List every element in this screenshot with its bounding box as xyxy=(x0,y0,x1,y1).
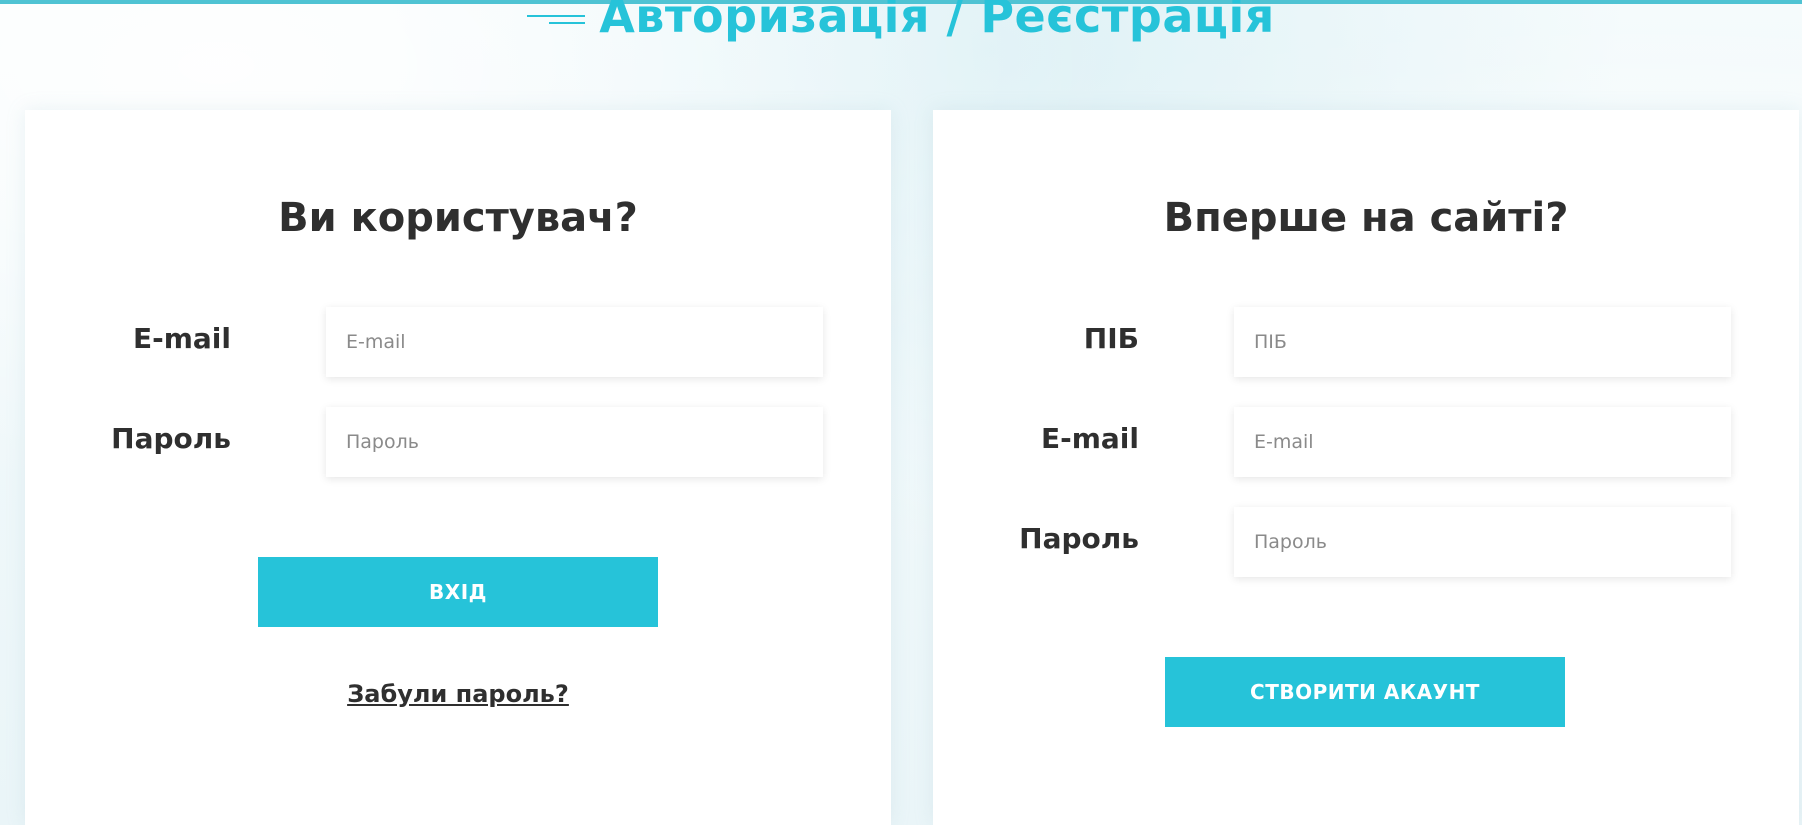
login-password-row: Пароль xyxy=(25,407,891,477)
register-email-label: E-mail xyxy=(1040,422,1139,455)
page-title: Авторизація / Реєстрація xyxy=(599,0,1275,43)
register-card: Вперше на сайті? ПІБ E-mail Пароль СТВОР… xyxy=(933,110,1799,825)
register-email-input[interactable] xyxy=(1234,407,1731,477)
register-fullname-label: ПІБ xyxy=(1083,322,1139,355)
login-email-label: E-mail xyxy=(132,322,231,355)
register-title: Вперше на сайті? xyxy=(1163,195,1569,241)
create-account-button[interactable]: СТВОРИТИ АКАУНТ xyxy=(1165,657,1565,727)
register-email-row: E-mail xyxy=(933,407,1799,477)
forgot-password-link[interactable]: Забули пароль? xyxy=(25,680,891,708)
register-password-label: Пароль xyxy=(1019,522,1139,555)
page-heading: Авторизація / Реєстрація xyxy=(0,0,1802,46)
login-email-row: E-mail xyxy=(25,307,891,377)
login-card: Ви користувач? E-mail Пароль ВХІД Забули… xyxy=(25,110,891,825)
register-password-input[interactable] xyxy=(1234,507,1731,577)
menu-lines-icon xyxy=(527,7,586,29)
login-password-label: Пароль xyxy=(111,422,231,455)
login-email-input[interactable] xyxy=(326,307,823,377)
register-fullname-row: ПІБ xyxy=(933,307,1799,377)
login-button[interactable]: ВХІД xyxy=(258,557,658,627)
login-title: Ви користувач? xyxy=(278,195,638,241)
register-password-row: Пароль xyxy=(933,507,1799,577)
register-fullname-input[interactable] xyxy=(1234,307,1731,377)
login-password-input[interactable] xyxy=(326,407,823,477)
forgot-password-label: Забули пароль? xyxy=(347,680,569,708)
